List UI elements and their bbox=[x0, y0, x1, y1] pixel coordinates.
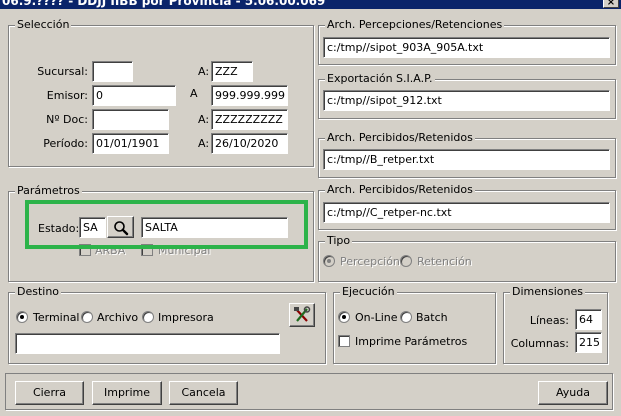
dimensiones-legend: Dimensiones bbox=[510, 285, 585, 298]
retencion-label: Retención bbox=[417, 255, 472, 268]
percibidos2-legend: Arch. Percibidos/Retenidos bbox=[325, 183, 475, 196]
batch-radio[interactable] bbox=[400, 311, 412, 323]
siap-legend: Exportación S.I.A.P. bbox=[325, 72, 435, 85]
printer-setup-button[interactable] bbox=[289, 303, 315, 327]
retencion-radio[interactable] bbox=[400, 255, 412, 267]
columnas-label: Columnas: bbox=[510, 337, 569, 350]
terminal-radio[interactable] bbox=[16, 311, 28, 323]
sucursal-label: Sucursal: bbox=[37, 65, 88, 78]
terminal-label: Terminal bbox=[33, 311, 80, 324]
emisor-to-input[interactable]: 999.999.999 bbox=[211, 85, 288, 106]
emisor-label: Emisor: bbox=[46, 89, 88, 102]
online-radio[interactable] bbox=[338, 311, 350, 323]
title-bar: 06.9.???? - DDJJ IIBB por Provincia - 5.… bbox=[0, 0, 621, 9]
lineas-label: Líneas: bbox=[529, 314, 569, 327]
imprime-parametros-checkbox[interactable] bbox=[338, 335, 350, 347]
estado-highlight-box bbox=[25, 200, 308, 249]
lineas-input[interactable]: 64 bbox=[575, 309, 602, 330]
percibidos1-path-input[interactable]: c:/tmp//B_retper.txt bbox=[323, 149, 610, 170]
columnas-input[interactable]: 215 bbox=[575, 332, 602, 353]
nodoc-from-input[interactable] bbox=[92, 109, 169, 130]
siap-path-input[interactable]: c:/tmp//sipot_912.txt bbox=[323, 90, 610, 111]
nodoc-label: Nº Doc: bbox=[46, 113, 88, 126]
parametros-legend: Parámetros bbox=[15, 184, 82, 197]
emisor-to-label: A bbox=[190, 87, 198, 100]
ejecucion-legend: Ejecución bbox=[340, 285, 397, 298]
nodoc-to-label: A: bbox=[198, 113, 210, 126]
sucursal-to-input[interactable]: ZZZ bbox=[211, 61, 253, 82]
impresora-label: Impresora bbox=[158, 311, 214, 324]
percepciones-legend: Arch. Percepciones/Retenciones bbox=[325, 18, 505, 31]
sucursal-from-input[interactable] bbox=[92, 61, 133, 82]
ayuda-button[interactable]: Ayuda bbox=[538, 381, 608, 405]
destino-legend: Destino bbox=[15, 285, 62, 298]
percibidos2-path-input[interactable]: c:/tmp//C_retper-nc.txt bbox=[323, 202, 610, 223]
batch-label: Batch bbox=[416, 311, 448, 324]
close-button[interactable]: × bbox=[603, 0, 619, 8]
seleccion-legend: Selección bbox=[15, 18, 72, 31]
periodo-to-input[interactable]: 26/10/2020 bbox=[211, 133, 288, 154]
archivo-radio[interactable] bbox=[81, 311, 93, 323]
percepciones-path-input[interactable]: c:/tmp//sipot_903A_905A.txt bbox=[323, 37, 610, 58]
percepcion-label: Percepción bbox=[340, 255, 400, 268]
archivo-label: Archivo bbox=[97, 311, 139, 324]
cancela-button[interactable]: Cancela bbox=[169, 381, 238, 405]
periodo-label: Período: bbox=[43, 137, 88, 150]
percepcion-radio[interactable] bbox=[323, 255, 335, 267]
tipo-legend: Tipo bbox=[325, 234, 353, 247]
emisor-from-input[interactable]: 0 bbox=[92, 85, 176, 106]
cierra-button[interactable]: Cierra bbox=[15, 381, 84, 405]
tools-icon bbox=[294, 306, 311, 322]
online-label: On-Line bbox=[355, 311, 398, 324]
nodoc-to-input[interactable]: ZZZZZZZZZ bbox=[211, 109, 288, 130]
imprime-parametros-label: Imprime Parámetros bbox=[355, 335, 468, 348]
percibidos1-legend: Arch. Percibidos/Retenidos bbox=[325, 131, 475, 144]
imprime-button[interactable]: Imprime bbox=[92, 381, 162, 405]
sucursal-to-label: A: bbox=[198, 65, 210, 78]
periodo-from-input[interactable]: 01/01/1901 bbox=[92, 133, 169, 154]
destino-path-input[interactable] bbox=[15, 333, 280, 354]
window-title: 06.9.???? - DDJJ IIBB por Provincia - 5.… bbox=[2, 0, 326, 8]
periodo-to-label: A: bbox=[198, 137, 210, 150]
ejecucion-group: Ejecución bbox=[333, 285, 496, 364]
impresora-radio[interactable] bbox=[142, 311, 154, 323]
